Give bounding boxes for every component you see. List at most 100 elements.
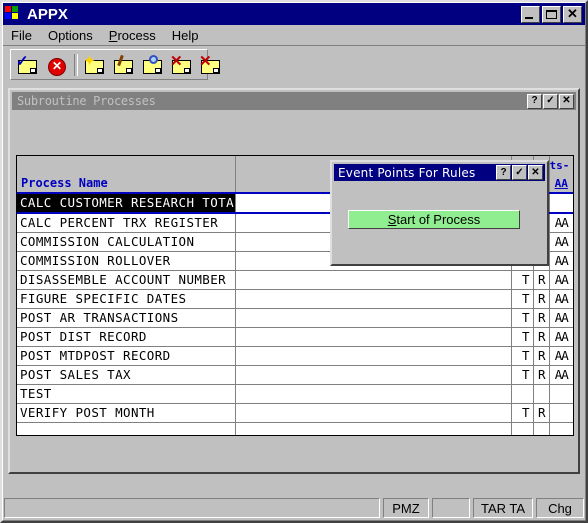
table-row[interactable]: TEST bbox=[17, 384, 573, 404]
cell-r[interactable]: R bbox=[533, 289, 550, 309]
cancel-button[interactable]: ✕ bbox=[559, 93, 574, 109]
menu-item-process[interactable]: Process bbox=[101, 27, 164, 44]
minimize-button[interactable] bbox=[521, 5, 540, 23]
cell-aa[interactable] bbox=[549, 403, 573, 423]
cell-r[interactable]: R bbox=[533, 308, 550, 328]
cell-r[interactable] bbox=[533, 422, 550, 435]
cell-process-name[interactable]: FIGURE SPECIFIC DATES bbox=[17, 289, 236, 309]
cell-aa[interactable] bbox=[549, 423, 573, 436]
cell-process-name[interactable]: POST MTDPOST RECORD bbox=[17, 346, 236, 366]
cell-r[interactable]: R bbox=[533, 270, 550, 290]
cell-r[interactable]: R bbox=[533, 365, 550, 385]
cell-t[interactable]: T bbox=[511, 289, 534, 309]
confirm-folder-icon[interactable]: ✓ bbox=[15, 53, 41, 77]
cell-aa[interactable]: AA bbox=[549, 289, 573, 309]
statusbar: PMZ TAR TA Chg bbox=[4, 497, 584, 519]
cell-process-name[interactable]: COMMISSION CALCULATION bbox=[17, 232, 236, 252]
windows-logo-icon bbox=[5, 5, 23, 23]
cell-t[interactable] bbox=[511, 384, 534, 404]
accept-button[interactable]: ✓ bbox=[543, 93, 558, 109]
table-row[interactable]: POST MTDPOST RECORD T R AA bbox=[17, 346, 573, 366]
cell-r[interactable]: R bbox=[533, 403, 550, 423]
menu-item-file[interactable]: File bbox=[3, 27, 40, 44]
help-button[interactable]: ? bbox=[527, 93, 542, 109]
cancel-circle-icon[interactable]: ✕ bbox=[44, 53, 70, 77]
cell-process-name[interactable]: DISASSEMBLE ACCOUNT NUMBER bbox=[17, 270, 236, 290]
cell-t[interactable] bbox=[511, 422, 534, 435]
cell-aa[interactable]: AA bbox=[549, 308, 573, 328]
status-panel-blank bbox=[432, 498, 470, 518]
cell-aa[interactable]: AA bbox=[549, 270, 573, 290]
cell-blank[interactable] bbox=[235, 346, 512, 366]
subroutine-processes-titlebar[interactable]: Subroutine Processes ? ✓ ✕ bbox=[12, 92, 576, 110]
cell-process-name[interactable]: CALC PERCENT TRX REGISTER bbox=[17, 213, 236, 233]
accept-button[interactable]: ✓ bbox=[512, 165, 527, 180]
cell-process-name[interactable]: POST AR TRANSACTIONS bbox=[17, 308, 236, 328]
scan-folder-icon[interactable] bbox=[140, 53, 166, 77]
cell-blank[interactable] bbox=[235, 308, 512, 328]
cell-blank[interactable] bbox=[235, 289, 512, 309]
cell-process-name[interactable]: CALC CUSTOMER RESEARCH TOTALS bbox=[17, 193, 236, 214]
cell-blank[interactable] bbox=[235, 384, 512, 404]
cell-process-name[interactable]: TEST bbox=[17, 384, 236, 404]
cell-t[interactable]: T bbox=[511, 346, 534, 366]
table-row[interactable] bbox=[17, 422, 573, 436]
cancel-button[interactable]: ✕ bbox=[528, 165, 543, 180]
status-panel-mode: Chg bbox=[536, 498, 584, 518]
menu-item-help[interactable]: Help bbox=[164, 27, 207, 44]
subroutine-processes-controls: ? ✓ ✕ bbox=[526, 93, 574, 109]
cell-aa[interactable]: AA bbox=[549, 232, 573, 252]
cell-aa[interactable]: AA bbox=[549, 346, 573, 366]
cell-blank[interactable] bbox=[235, 270, 512, 290]
cell-t[interactable]: T bbox=[511, 403, 534, 423]
menu-label-file: File bbox=[11, 28, 32, 43]
cell-t[interactable]: T bbox=[511, 270, 534, 290]
cell-blank[interactable] bbox=[235, 422, 512, 435]
cell-blank[interactable] bbox=[235, 365, 512, 385]
column-header-process-name[interactable]: Process Name bbox=[17, 156, 236, 194]
menu-label-process: rocess bbox=[117, 28, 156, 43]
cell-aa[interactable]: AA bbox=[549, 251, 573, 271]
close-button[interactable]: ✕ bbox=[563, 5, 582, 23]
cell-t[interactable]: T bbox=[511, 308, 534, 328]
cell-aa[interactable]: AA bbox=[549, 213, 573, 233]
maximize-icon bbox=[546, 9, 557, 19]
table-row[interactable]: POST SALES TAX T R AA bbox=[17, 365, 573, 385]
table-row[interactable]: POST DIST RECORD T R AA bbox=[17, 327, 573, 347]
close-icon: ✕ bbox=[567, 6, 578, 21]
new-folder-icon[interactable]: ✦ bbox=[82, 53, 108, 77]
table-row[interactable]: FIGURE SPECIFIC DATES T R AA bbox=[17, 289, 573, 309]
cell-r[interactable] bbox=[533, 384, 550, 404]
maximize-button[interactable] bbox=[542, 5, 561, 23]
cell-process-name[interactable] bbox=[17, 422, 236, 435]
cell-process-name[interactable]: POST DIST RECORD bbox=[17, 327, 236, 347]
menubar: File Options Process Help bbox=[3, 26, 585, 46]
cell-r[interactable]: R bbox=[533, 327, 550, 347]
cell-process-name[interactable]: COMMISSION ROLLOVER bbox=[17, 251, 236, 271]
table-row[interactable]: POST AR TRANSACTIONS T R AA bbox=[17, 308, 573, 328]
table-row[interactable]: DISASSEMBLE ACCOUNT NUMBER T R AA bbox=[17, 270, 573, 290]
delete-folder-icon[interactable]: ✕ bbox=[169, 53, 195, 77]
delete-all-folder-icon[interactable]: ✕ bbox=[198, 53, 224, 77]
cell-aa[interactable] bbox=[549, 193, 573, 214]
sparkle-icon: ✦ bbox=[84, 52, 95, 68]
window-titlebar[interactable]: APPX ✕ bbox=[3, 3, 585, 25]
cell-aa[interactable]: AA bbox=[549, 327, 573, 347]
menu-item-options[interactable]: Options bbox=[40, 27, 101, 44]
event-points-dialog-titlebar[interactable]: Event Points For Rules ? ✓ ✕ bbox=[334, 164, 545, 181]
cell-r[interactable]: R bbox=[533, 346, 550, 366]
column-header-aa[interactable]: ts- AA bbox=[549, 156, 573, 194]
x-mark-icon: ✕ bbox=[170, 52, 183, 70]
cell-t[interactable]: T bbox=[511, 327, 534, 347]
cell-blank[interactable] bbox=[235, 327, 512, 347]
cell-blank[interactable] bbox=[235, 403, 512, 423]
edit-folder-icon[interactable] bbox=[111, 53, 137, 77]
cell-process-name[interactable]: VERIFY POST MONTH bbox=[17, 403, 236, 423]
help-button[interactable]: ? bbox=[496, 165, 511, 180]
start-of-process-button[interactable]: Start of Process bbox=[348, 210, 520, 229]
table-row[interactable]: VERIFY POST MONTH T R bbox=[17, 403, 573, 423]
cell-t[interactable]: T bbox=[511, 365, 534, 385]
cell-aa[interactable]: AA bbox=[549, 365, 573, 385]
cell-process-name[interactable]: POST SALES TAX bbox=[17, 365, 236, 385]
cell-aa[interactable] bbox=[549, 384, 573, 404]
